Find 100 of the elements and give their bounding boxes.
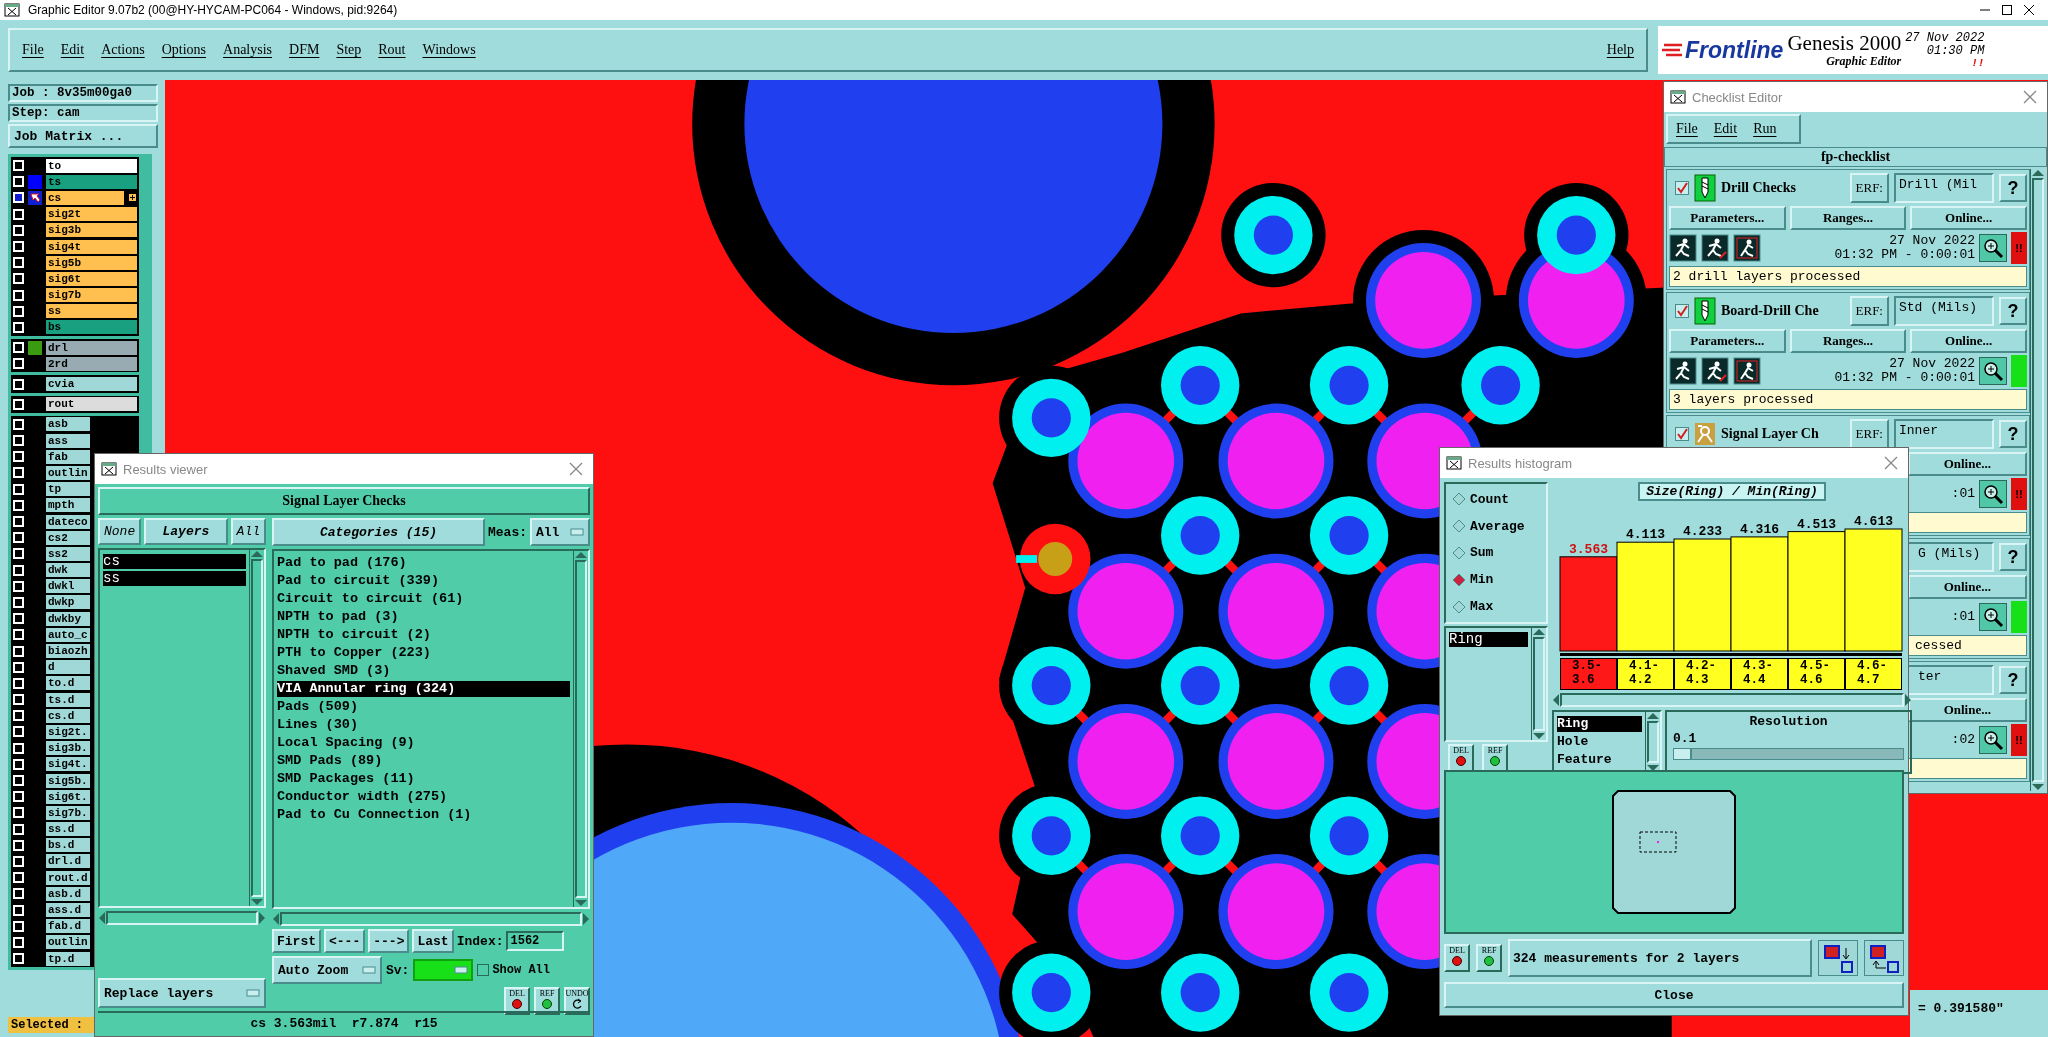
layer-checkbox[interactable] [13,645,24,657]
erf-field[interactable]: Drill (Mil [1894,173,1994,203]
menu-item[interactable]: File [1676,121,1698,137]
list-item[interactable]: SMD Packages (11) [277,771,570,787]
last-button[interactable]: Last [412,929,454,953]
menu-item[interactable]: Edit [60,42,85,58]
slider-thumb[interactable] [1674,749,1693,759]
radio-button[interactable] [1452,599,1466,614]
online-button[interactable]: Online... [1907,698,2027,722]
layer-name[interactable]: mpth [46,498,90,513]
menu-item[interactable]: DFM [289,42,320,58]
layer-checkbox[interactable] [13,358,24,370]
layer-name[interactable]: ts [46,174,137,189]
expand-icon[interactable] [128,193,137,203]
list-item[interactable]: Hole [1557,734,1642,750]
help-button[interactable]: ? [1999,174,2027,202]
layer-checkbox[interactable] [13,629,24,641]
list-item[interactable]: NPTH to circuit (2) [277,627,570,643]
layer-checkbox[interactable] [13,564,24,576]
first-button[interactable]: First [272,929,321,953]
list-item[interactable]: Pad to circuit (339) [277,573,570,589]
help-button[interactable]: ? [1999,666,2027,694]
zoom-icon[interactable] [1979,234,2007,262]
list-item[interactable]: Pad to pad (176) [277,555,570,571]
parameters-button[interactable]: Parameters... [1669,329,1786,353]
online-button[interactable]: Online... [1907,575,2027,599]
radio-button[interactable] [1452,546,1466,560]
layer-checkbox[interactable] [13,289,24,301]
show-all-checkbox[interactable] [477,964,490,976]
layer-name[interactable]: sig2t [46,207,137,222]
layer-name[interactable]: sig3b [46,223,137,238]
layer-name[interactable]: ss2 [46,546,90,561]
layer-name[interactable]: drl.d [46,854,90,869]
histogram-export-icon[interactable] [1818,940,1858,976]
layer-name[interactable]: cs [46,190,124,205]
layer-name[interactable]: sig3b. [46,741,90,756]
zoom-mode-dropdown[interactable]: Auto Zoom [272,956,382,984]
menu-item[interactable]: Edit [1713,121,1738,137]
layer-checkbox[interactable] [13,418,24,430]
layers-button[interactable]: Layers [144,518,228,545]
online-button[interactable]: Online... [1907,452,2027,476]
layer-name[interactable]: auto_c [46,627,90,642]
delete-button[interactable]: DEL [1444,944,1470,972]
select-none-button[interactable]: None [98,518,142,545]
layer-checkbox[interactable] [13,378,24,390]
layer-checkbox[interactable] [13,321,24,333]
layer-checkbox[interactable] [13,435,24,447]
delete-button[interactable]: DEL [504,987,530,1015]
layer-checkbox[interactable] [13,596,24,608]
layer-name[interactable]: drl [46,340,137,355]
layer-checkbox[interactable] [13,677,24,689]
erf-field[interactable]: Std (Mils) [1894,296,1994,326]
layer-checkbox[interactable] [13,920,24,932]
list-item[interactable]: Circuit to circuit (61) [277,591,570,607]
layer-name[interactable]: ts.d [46,692,90,707]
close-icon[interactable] [2022,3,2036,17]
layer-checkbox[interactable] [13,823,24,835]
list-item[interactable]: Pad to Cu Connection (1) [277,807,570,823]
layer-checkbox[interactable] [13,742,24,754]
layer-name[interactable]: sig6t. [46,789,90,804]
menu-item[interactable]: Run [1753,121,1777,137]
layer-checkbox[interactable] [13,872,24,884]
run-icon[interactable] [1669,357,1697,385]
zoom-icon[interactable] [1979,480,2007,508]
layer-checkbox[interactable] [13,467,24,479]
layer-checkbox[interactable] [13,791,24,803]
list-item[interactable]: Shaved SMD (3) [277,663,570,679]
layer-checkbox[interactable] [13,775,24,787]
menu-item[interactable]: Options [161,42,207,58]
layer-checkbox[interactable] [13,483,24,495]
help-button[interactable]: ? [1999,297,2027,325]
layer-name[interactable]: dwk [46,563,90,578]
menu-item[interactable]: Actions [101,42,145,58]
layer-name[interactable]: cs2 [46,530,90,545]
severity-dropdown[interactable] [413,959,474,981]
list-item[interactable]: PTH to Copper (223) [277,645,570,661]
layer-name[interactable]: dwkby [46,611,90,626]
run-icon[interactable] [1733,234,1761,262]
menu-item[interactable]: File [22,42,44,58]
histogram-import-icon[interactable] [1864,940,1904,976]
layer-checkbox[interactable] [13,160,24,172]
list-item[interactable]: ss [103,571,246,586]
layer-name[interactable]: bs [46,320,137,335]
list-item[interactable]: cs [103,554,246,569]
parameters-button[interactable]: Parameters... [1669,206,1786,230]
refresh-button[interactable]: REF [1482,744,1508,772]
zoom-icon[interactable] [1979,726,2007,754]
list-item[interactable]: Conductor width (275) [277,789,570,805]
layer-checkbox[interactable] [13,499,24,511]
layer-name[interactable]: dwkl [46,579,90,594]
vertical-scrollbar[interactable] [573,551,588,907]
layer-name[interactable]: fab [46,449,90,464]
maximize-icon[interactable] [2000,3,2014,17]
layer-name[interactable]: dateco [46,514,90,529]
layer-name[interactable]: sig4t. [46,757,90,772]
erf-button[interactable]: ERF: [1849,173,1889,203]
layer-name[interactable]: cvia [46,377,137,392]
delete-button[interactable]: DEL [1448,744,1474,772]
layer-checkbox[interactable] [13,241,24,253]
layer-checkbox[interactable] [13,726,24,738]
